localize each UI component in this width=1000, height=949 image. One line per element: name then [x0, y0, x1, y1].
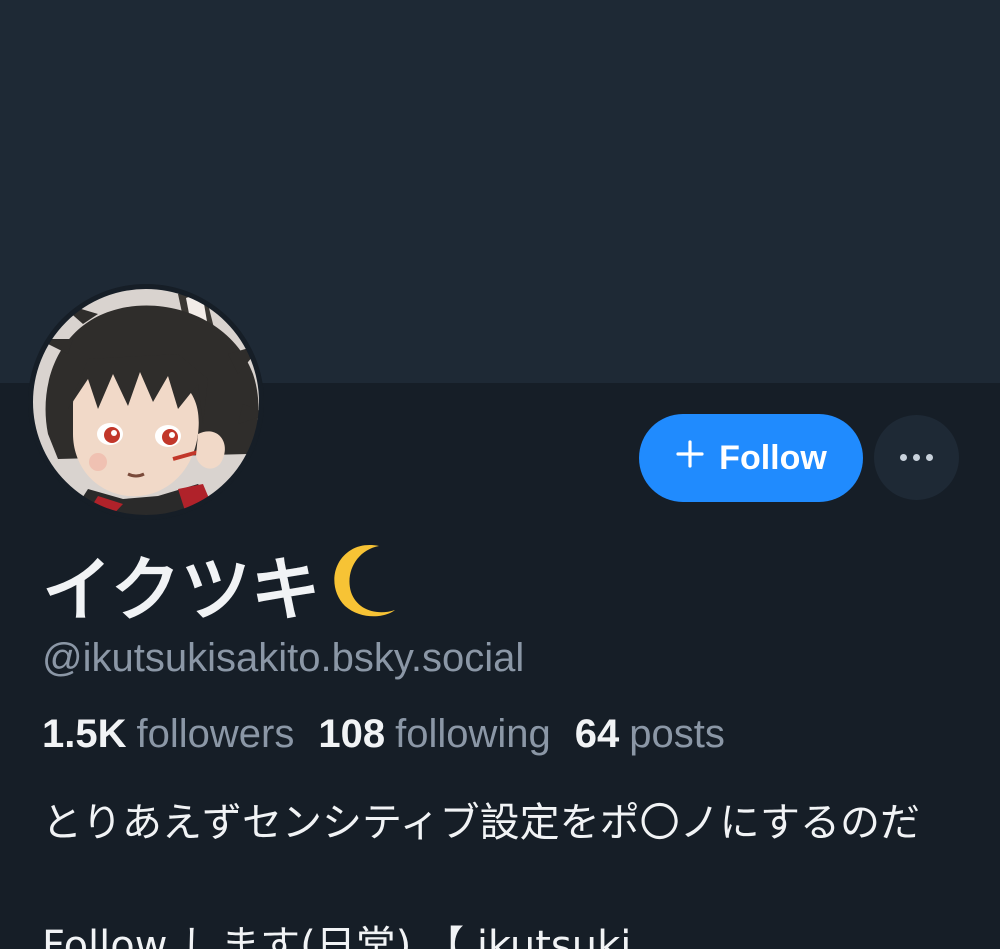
posts-count: 64	[574, 712, 620, 756]
profile-bio-next-line: Follow します(日常) 【 ikutsuki	[42, 925, 952, 949]
crescent-moon-icon	[327, 540, 405, 639]
posts-label: posts	[629, 712, 725, 756]
followers-label: followers	[136, 712, 295, 756]
following-label: following	[395, 712, 551, 756]
following-stat[interactable]: 108 following	[318, 706, 550, 762]
followers-count: 1.5K	[42, 712, 127, 756]
plus-icon	[675, 437, 705, 475]
following-count: 108	[318, 712, 386, 756]
avatar-illustration	[28, 284, 264, 520]
posts-stat: 64 posts	[575, 706, 725, 762]
follow-button[interactable]: Follow	[639, 414, 863, 502]
profile-stats: 1.5K followers 108 following 64 posts	[42, 706, 725, 762]
follow-button-label: Follow	[719, 438, 827, 477]
profile-bio: とりあえずセンシティブ設定をポ〇ノにするのだ	[42, 800, 920, 846]
more-options-button[interactable]	[874, 415, 959, 500]
bio-next-line-text: Follow します(日常) 【 ikutsuki	[42, 925, 632, 949]
profile-avatar[interactable]	[28, 284, 264, 520]
followers-stat[interactable]: 1.5K followers	[42, 706, 294, 762]
profile-display-name: イクツキ	[42, 540, 405, 639]
profile-page: Follow イクツキ @ikutsukisakito.bsky.social …	[0, 0, 1000, 949]
ellipsis-icon	[900, 454, 933, 461]
display-name-text: イクツキ	[42, 548, 321, 631]
profile-handle: @ikutsukisakito.bsky.social	[42, 636, 525, 680]
